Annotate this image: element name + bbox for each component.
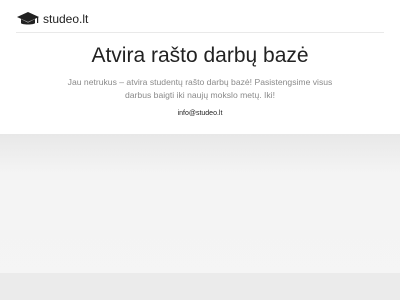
graduation-cap-icon bbox=[16, 10, 40, 28]
brand-name: studeo.lt bbox=[43, 12, 89, 26]
top-bar: studeo.lt bbox=[16, 6, 384, 32]
contact-email-link[interactable]: info@studeo.lt bbox=[178, 110, 223, 117]
page: studeo.lt Atvira rašto darbų bazė Jau ne… bbox=[0, 0, 400, 300]
page-title: Atvira rašto darbų bazė bbox=[91, 44, 309, 67]
hero-section: Atvira rašto darbų bazė Jau netrukus – a… bbox=[0, 40, 400, 120]
footer-strip bbox=[0, 273, 400, 300]
hero-description: Jau netrukus – atvira studentų rašto dar… bbox=[67, 77, 333, 100]
brand-logo-link[interactable]: studeo.lt bbox=[16, 10, 88, 28]
header-divider bbox=[16, 32, 384, 33]
